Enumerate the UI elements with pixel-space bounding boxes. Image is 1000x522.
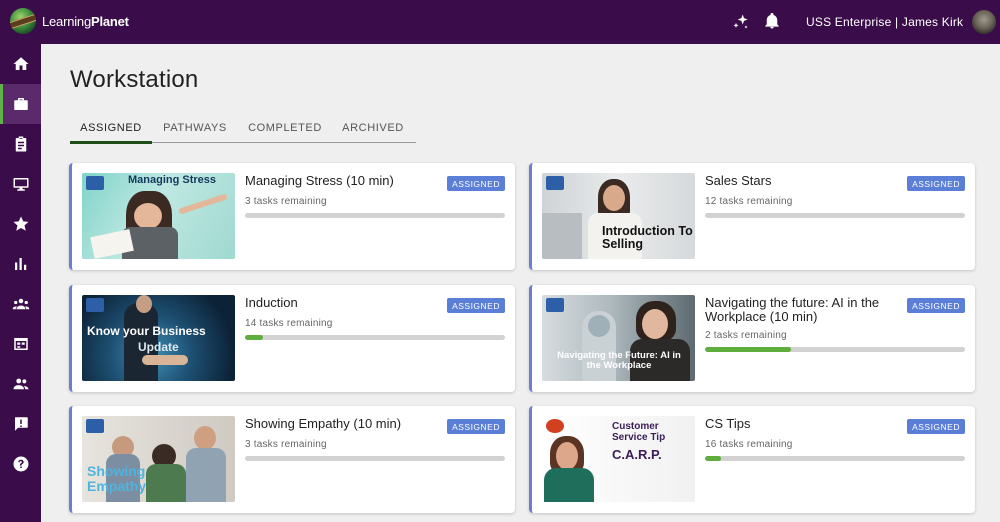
thumbnail-subtitle: C.A.R.P. — [612, 447, 662, 462]
brand-name[interactable]: LearningPlanet — [42, 14, 129, 29]
thumbnail-title: Navigating the Future: AI in the Workpla… — [557, 350, 681, 371]
home-icon — [13, 57, 28, 70]
sidebar-item-workstation[interactable] — [0, 84, 41, 124]
course-thumbnail[interactable]: Customer Service Tip C.A.R.P. — [542, 416, 695, 502]
progress-bar — [245, 456, 505, 461]
sidebar-item-tasks[interactable] — [0, 124, 41, 164]
sidebar-item-home[interactable] — [0, 44, 41, 84]
sidebar-item-feedback[interactable] — [0, 404, 41, 444]
course-thumbnail[interactable]: Managing Stress — [82, 173, 235, 259]
clipboard-icon — [15, 136, 26, 152]
tab-assigned[interactable]: ASSIGNED — [70, 113, 152, 144]
thumbnail-subtitle: Update — [138, 340, 179, 354]
thumbnail-title: Showing Empathy — [87, 463, 147, 494]
status-badge: ASSIGNED — [907, 298, 965, 313]
course-thumbnail[interactable]: Navigating the Future: AI in the Workpla… — [542, 295, 695, 381]
card-title[interactable]: Managing Stress (10 min) — [245, 174, 450, 188]
course-thumbnail[interactable]: Introduction To Selling — [542, 173, 695, 259]
page-title: Workstation — [70, 66, 199, 93]
status-badge: ASSIGNED — [907, 176, 965, 191]
thumbnail-title: Managing Stress — [128, 174, 217, 186]
course-card[interactable]: Introduction To Selling Sales Stars ASSI… — [529, 163, 975, 270]
bar-chart-icon — [14, 258, 26, 270]
sidebar-item-people[interactable] — [0, 364, 41, 404]
status-badge: ASSIGNED — [447, 298, 505, 313]
status-badge: ASSIGNED — [907, 419, 965, 434]
course-thumbnail[interactable]: Know your Business Update — [82, 295, 235, 381]
progress-fill — [705, 456, 721, 461]
star-icon — [13, 216, 28, 231]
course-card[interactable]: Know your Business Update Induction ASSI… — [69, 285, 515, 392]
progress-bar — [705, 347, 965, 352]
progress-fill — [705, 347, 791, 352]
sidebar-item-courses[interactable] — [0, 164, 41, 204]
course-card[interactable]: Showing Empathy Showing Empathy (10 min)… — [69, 406, 515, 513]
tab-bar: ASSIGNED PATHWAYS COMPLETED ARCHIVED — [70, 113, 416, 144]
course-logo-icon — [86, 419, 104, 433]
sidebar-item-calendar[interactable] — [0, 324, 41, 364]
card-title[interactable]: Navigating the future: AI in the Workpla… — [705, 296, 910, 323]
learning-planet-logo-icon[interactable] — [10, 8, 36, 34]
progress-bar — [705, 456, 965, 461]
card-title[interactable]: CS Tips — [705, 417, 910, 431]
monitor-icon — [13, 178, 28, 191]
people-icon — [13, 378, 28, 390]
avatar[interactable] — [972, 10, 996, 34]
bell-icon[interactable] — [763, 12, 781, 30]
tasks-remaining: 12 tasks remaining — [705, 196, 793, 207]
feedback-icon — [14, 417, 28, 431]
tab-completed[interactable]: COMPLETED — [246, 113, 324, 143]
sparkle-icon[interactable] — [731, 12, 751, 32]
progress-bar — [245, 213, 505, 218]
course-thumbnail[interactable]: Showing Empathy — [82, 416, 235, 502]
progress-fill — [245, 335, 264, 340]
progress-bar — [245, 335, 505, 340]
course-logo-icon — [546, 419, 564, 433]
card-title[interactable]: Sales Stars — [705, 174, 910, 188]
calendar-icon — [13, 338, 28, 350]
course-logo-icon — [86, 298, 104, 312]
briefcase-icon — [13, 98, 28, 110]
card-title[interactable]: Induction — [245, 296, 450, 310]
progress-bar — [705, 213, 965, 218]
top-bar: LearningPlanet USS Enterprise | James Ki… — [0, 0, 1000, 44]
course-card[interactable]: Navigating the Future: AI in the Workpla… — [529, 285, 975, 392]
course-logo-icon — [546, 176, 564, 190]
course-logo-icon — [546, 298, 564, 312]
course-logo-icon — [86, 176, 104, 190]
card-title[interactable]: Showing Empathy (10 min) — [245, 417, 450, 431]
groups-icon — [12, 298, 29, 310]
help-icon — [13, 456, 28, 472]
sidebar-item-groups[interactable] — [0, 284, 41, 324]
account-name[interactable]: USS Enterprise | James Kirk — [806, 15, 963, 29]
sidebar-item-help[interactable] — [0, 444, 41, 484]
sidebar-item-reports[interactable] — [0, 244, 41, 284]
tasks-remaining: 16 tasks remaining — [705, 439, 793, 450]
tasks-remaining: 3 tasks remaining — [245, 196, 327, 207]
tasks-remaining: 3 tasks remaining — [245, 439, 327, 450]
tasks-remaining: 2 tasks remaining — [705, 330, 787, 341]
sidebar — [0, 44, 41, 522]
status-badge: ASSIGNED — [447, 176, 505, 191]
course-card[interactable]: Managing Stress Managing Stress (10 min)… — [69, 163, 515, 270]
course-card[interactable]: Customer Service Tip C.A.R.P. CS Tips AS… — [529, 406, 975, 513]
status-badge: ASSIGNED — [447, 419, 505, 434]
tasks-remaining: 14 tasks remaining — [245, 318, 333, 329]
thumbnail-title: Customer Service Tip — [612, 421, 666, 443]
sidebar-item-favourites[interactable] — [0, 204, 41, 244]
tab-pathways[interactable]: PATHWAYS — [156, 113, 234, 143]
tab-archived[interactable]: ARCHIVED — [334, 113, 412, 143]
thumbnail-title: Know your Business — [87, 324, 206, 338]
thumbnail-title: Introduction To Selling — [602, 224, 693, 252]
